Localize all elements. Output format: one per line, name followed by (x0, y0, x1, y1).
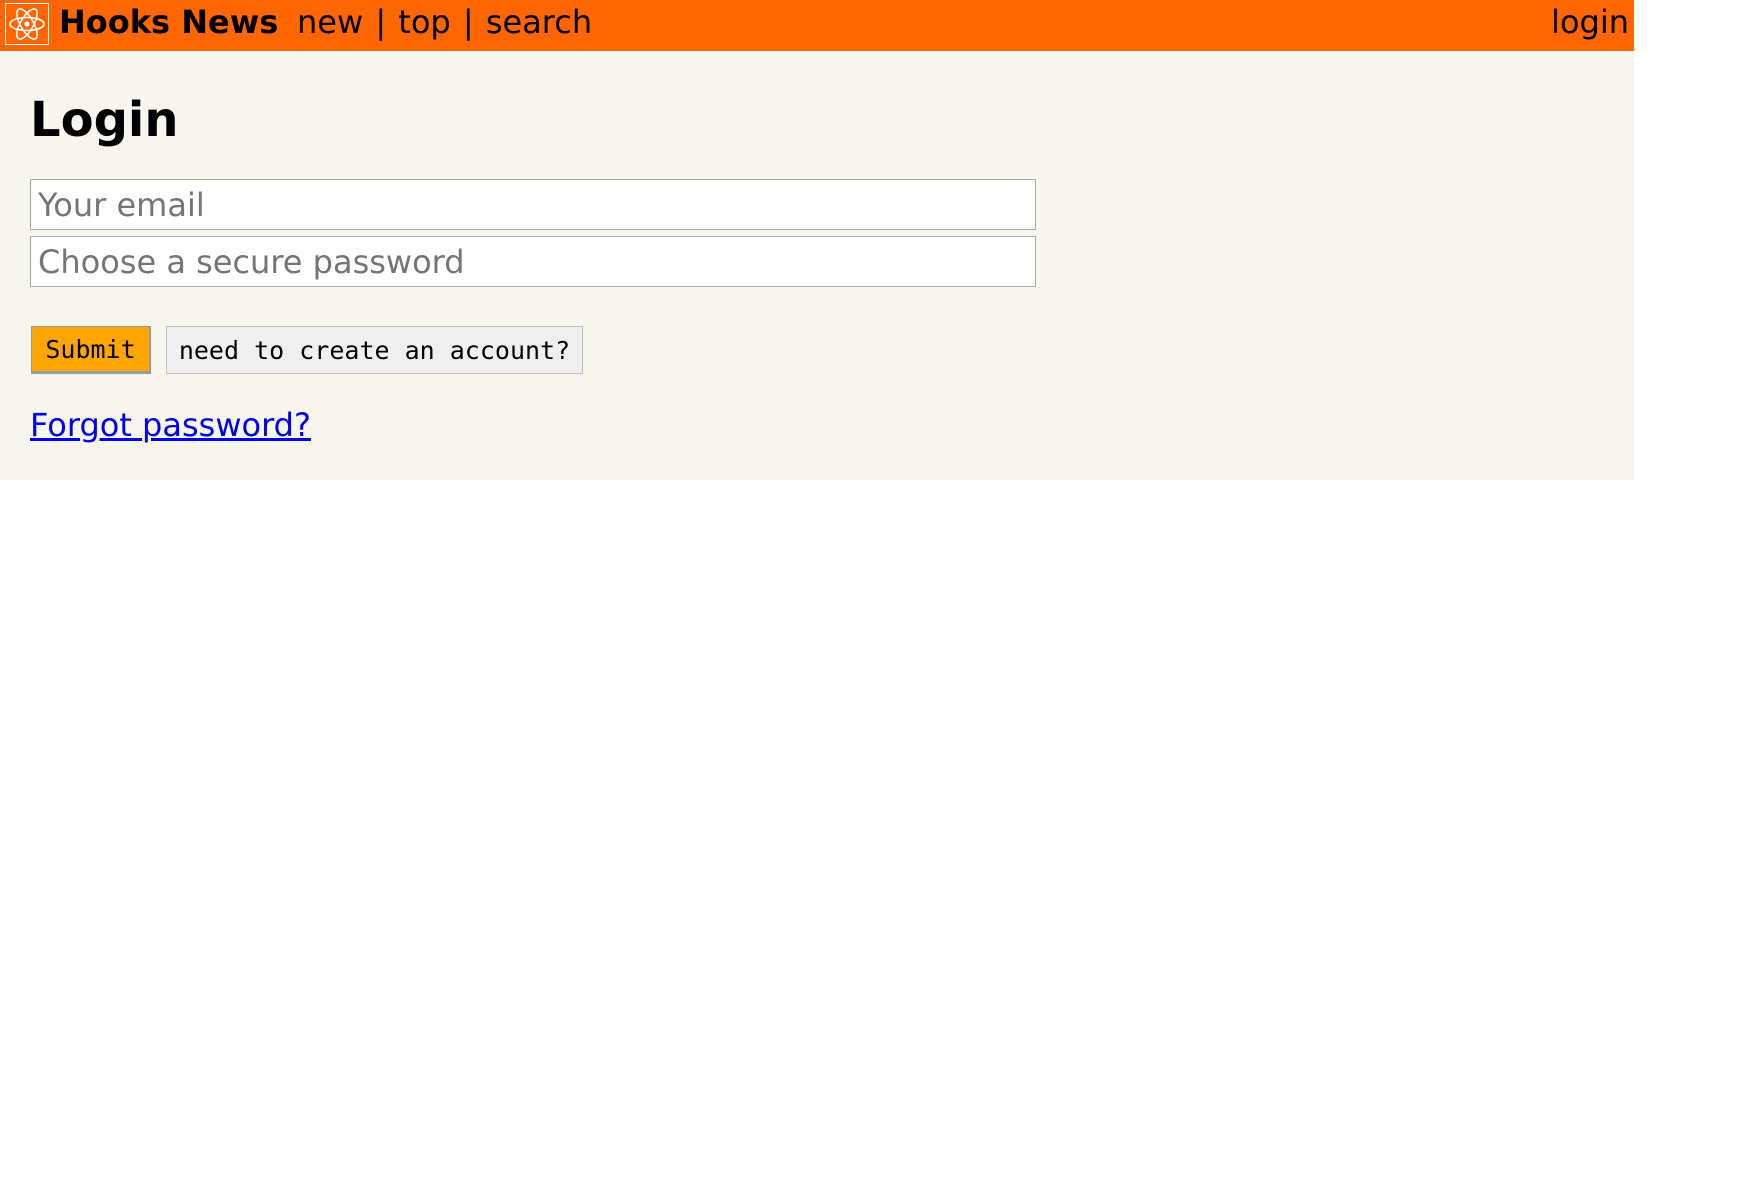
password-field[interactable] (30, 236, 1036, 287)
page-container: Hooks News new | top | search login Logi… (0, 0, 1634, 480)
create-account-button[interactable]: need to create an account? (166, 326, 583, 374)
page-title: Login (30, 92, 179, 148)
nav-top-link[interactable]: top (398, 3, 450, 41)
email-field[interactable] (30, 179, 1036, 230)
nav-new-link[interactable]: new (297, 3, 363, 41)
submit-button[interactable]: Submit (31, 326, 151, 374)
nav-separator: | (375, 3, 387, 41)
top-nav: new | top | search (297, 1, 592, 43)
header-login-link[interactable]: login (1551, 1, 1629, 43)
nav-search-link[interactable]: search (486, 3, 592, 41)
nav-separator: | (462, 3, 474, 41)
header-bar: Hooks News new | top | search login (0, 0, 1634, 51)
forgot-password-link[interactable]: Forgot password? (30, 404, 311, 446)
site-title[interactable]: Hooks News (59, 1, 278, 43)
react-atom-icon[interactable] (5, 3, 49, 45)
